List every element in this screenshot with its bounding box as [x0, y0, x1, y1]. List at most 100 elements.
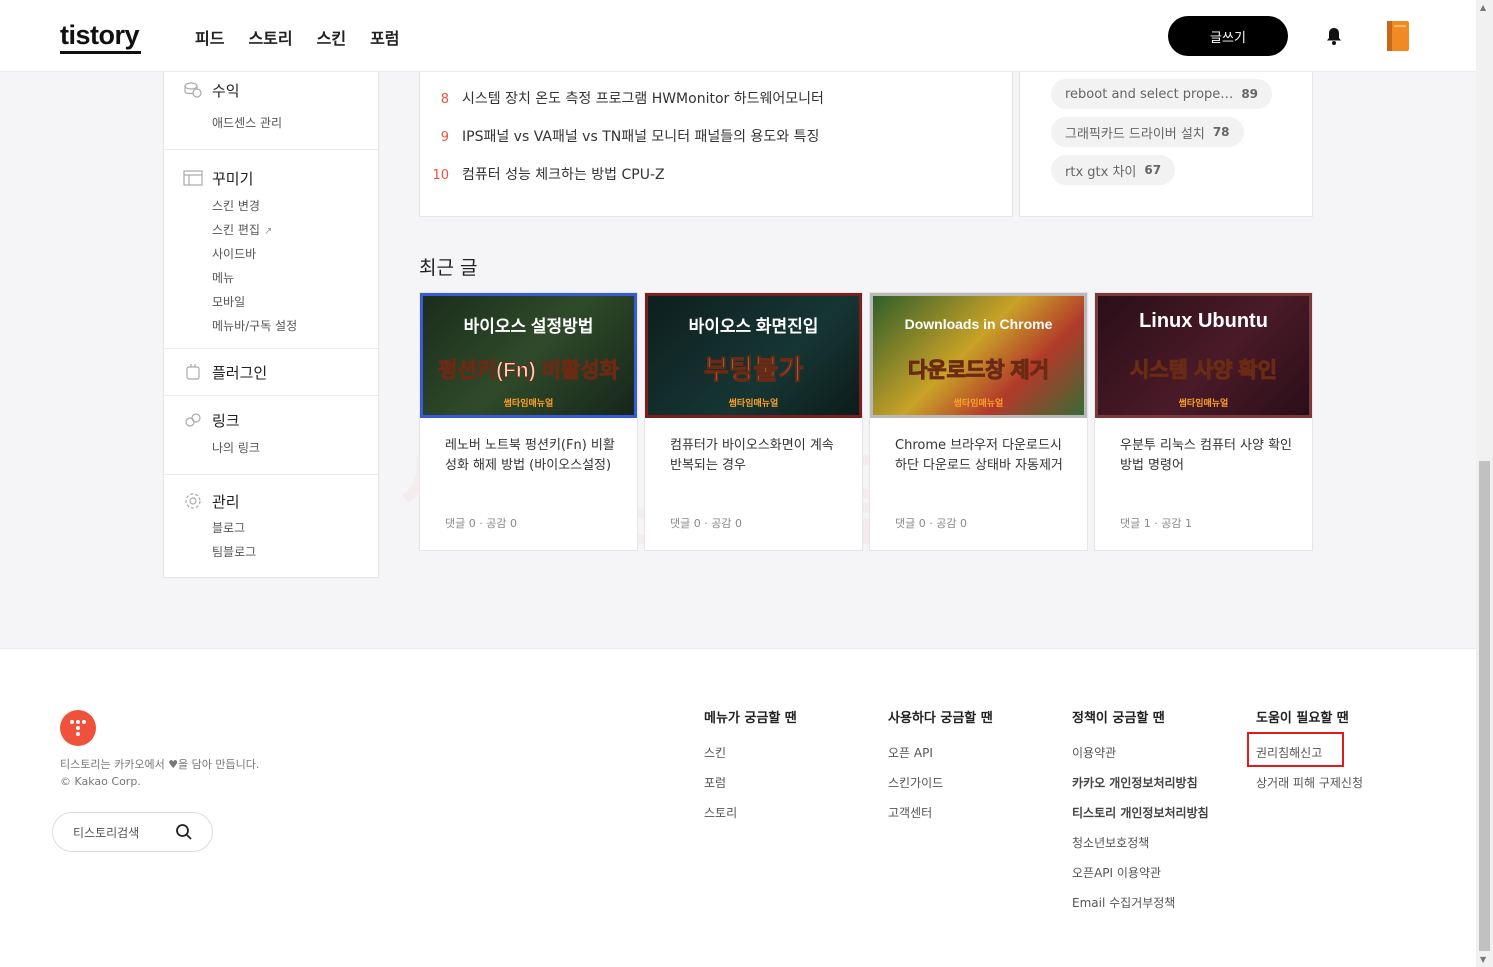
keywords-card: reboot and select prope… 89 그래픽카드 드라이버 설치… — [1019, 72, 1313, 217]
sidebar-item-adsense[interactable]: 애드센스 관리 — [212, 111, 378, 135]
search-icon[interactable] — [175, 823, 193, 841]
post-meta: 댓글 0 · 공감 0 — [445, 517, 517, 530]
keyword-tag[interactable]: reboot and select prope… 89 — [1051, 79, 1273, 109]
post-thumbnail: 바이오스 화면진입 부팅불가 썸타임매뉴얼 — [645, 293, 862, 418]
footer-about: 티스토리는 카카오에서 ♥을 담아 만듭니다. — [60, 758, 260, 771]
sidebar-title-link[interactable]: 링크 — [212, 410, 240, 431]
recent-post-card[interactable]: Linux Ubuntu 시스템 사양 확인 썸타임매뉴얼 우분투 리눅스 컴퓨… — [1094, 292, 1313, 551]
tistory-footer-logo[interactable] — [60, 710, 96, 746]
footer-link[interactable]: 스킨가이드 — [888, 775, 993, 805]
footer-col-title: 도움이 필요할 땐 — [1256, 711, 1349, 726]
popular-post-title[interactable]: IPS패널 vs VA패널 vs TN패널 모니터 패널들의 용도와 특징 — [462, 126, 819, 146]
footer-col-usage: 사용하다 궁금할 땐 오픈 API 스킨가이드 고객센터 — [888, 707, 993, 835]
tistory-search-box[interactable]: 티스토리검색 — [52, 812, 213, 852]
external-link-icon: ↗ — [263, 226, 273, 237]
write-button[interactable]: 글쓰기 — [1168, 16, 1288, 56]
recent-post-card[interactable]: 바이오스 화면진입 부팅불가 썸타임매뉴얼 컴퓨터가 바이오스화면이 계속 반복… — [644, 292, 863, 551]
footer-col-title: 정책이 궁금할 땐 — [1072, 711, 1165, 726]
site-footer: 티스토리는 카카오에서 ♥을 담아 만듭니다. © Kakao Corp. 티스… — [0, 648, 1476, 967]
sidebar-group-manage: 관리 블로그 팀블로그 — [164, 475, 378, 564]
nav-forum[interactable]: 포럼 — [370, 25, 399, 49]
search-input[interactable]: 티스토리검색 — [73, 824, 139, 841]
footer-col-title: 사용하다 궁금할 땐 — [888, 711, 993, 726]
footer-link[interactable]: 티스토리 개인정보처리방침 — [1072, 805, 1209, 835]
footer-link[interactable]: 카카오 개인정보처리방침 — [1072, 775, 1209, 805]
recent-posts-heading: 최근 글 — [419, 257, 478, 279]
footer-col-menu: 메뉴가 궁금할 땐 스킨 포럼 스토리 — [704, 707, 797, 835]
popular-post-row[interactable]: 8 시스템 장치 온도 측정 프로그램 HWMonitor 하드웨어모니터 — [420, 88, 824, 108]
sidebar-item-team-blog[interactable]: 팀블로그 — [212, 540, 378, 564]
sidebar-item-sidebar[interactable]: 사이드바 — [212, 242, 378, 266]
footer-link[interactable]: 이용약관 — [1072, 745, 1209, 775]
post-title[interactable]: 컴퓨터가 바이오스화면이 계속 반복되는 경우 — [670, 436, 842, 476]
sidebar-title-revenue[interactable]: 수익 — [212, 80, 240, 101]
popular-post-title[interactable]: 컴퓨터 성능 체크하는 방법 CPU-Z — [462, 164, 665, 184]
sidebar-title-manage[interactable]: 관리 — [212, 491, 240, 512]
footer-link[interactable]: 청소년보호정책 — [1072, 835, 1209, 865]
highlight-box — [1247, 732, 1344, 767]
scroll-down-icon[interactable]: ▼ — [1480, 955, 1486, 964]
scroll-thumb[interactable] — [1479, 461, 1490, 951]
rank-number: 8 — [440, 92, 449, 107]
sidebar-group-decorate: 꾸미기 스킨 변경 스킨 편집 ↗ 사이드바 메뉴 모바일 메뉴바/구독 설정 — [164, 150, 378, 349]
post-thumbnail: Downloads in Chrome 다운로드창 제거 썸타임매뉴얼 — [870, 293, 1087, 418]
tistory-logo[interactable]: tistory — [60, 20, 142, 54]
post-meta: 댓글 1 · 공감 1 — [1120, 517, 1192, 530]
tistory-dots-icon — [70, 720, 86, 736]
post-title[interactable]: 우분투 리눅스 컴퓨터 사양 확인 방법 명령어 — [1120, 436, 1292, 476]
recent-post-card[interactable]: Downloads in Chrome 다운로드창 제거 썸타임매뉴얼 Chro… — [869, 292, 1088, 551]
bell-icon[interactable] — [1324, 26, 1344, 46]
admin-sidebar: 수익 애드센스 관리 꾸미기 스킨 변경 스킨 편집 ↗ 사이드바 메뉴 모바일 … — [163, 72, 379, 578]
recent-post-card[interactable]: 바이오스 설정방법 펑션키(Fn) 비활성화 썸타임매뉴얼 레노버 노트북 펑션… — [419, 292, 638, 551]
footer-link[interactable]: Email 수집거부정책 — [1072, 895, 1209, 925]
gear-icon — [185, 493, 201, 509]
coins-icon — [184, 82, 202, 98]
post-title[interactable]: Chrome 브라우저 다운로드시 하단 다운로드 상태바 자동제거 — [895, 436, 1067, 476]
footer-copyright: © Kakao Corp. — [60, 775, 141, 788]
footer-link[interactable]: 스킨 — [704, 745, 797, 775]
rank-number: 9 — [440, 130, 449, 145]
nav-feed[interactable]: 피드 — [195, 25, 224, 49]
popular-posts-card: 8 시스템 장치 온도 측정 프로그램 HWMonitor 하드웨어모니터 9 … — [419, 72, 1013, 217]
nav-skin[interactable]: 스킨 — [317, 25, 346, 49]
post-thumbnail: Linux Ubuntu 시스템 사양 확인 썸타임매뉴얼 — [1095, 293, 1312, 418]
footer-link[interactable]: 상거래 피해 구제신청 — [1256, 775, 1363, 805]
rank-number: 10 — [432, 168, 449, 183]
plugin-icon — [186, 364, 200, 380]
nav-story[interactable]: 스토리 — [248, 25, 292, 49]
post-meta: 댓글 0 · 공감 0 — [670, 517, 742, 530]
footer-link[interactable]: 포럼 — [704, 775, 797, 805]
post-thumbnail: 바이오스 설정방법 펑션키(Fn) 비활성화 썸타임매뉴얼 — [420, 293, 637, 418]
layout-icon — [183, 170, 203, 186]
sidebar-group-revenue: 수익 애드센스 관리 — [164, 72, 378, 150]
profile-avatar[interactable] — [1385, 19, 1411, 53]
sidebar-item-menubar[interactable]: 메뉴바/구독 설정 — [212, 314, 378, 338]
popular-post-row[interactable]: 10 컴퓨터 성능 체크하는 방법 CPU-Z — [420, 164, 665, 184]
popular-post-row[interactable]: 9 IPS패널 vs VA패널 vs TN패널 모니터 패널들의 용도와 특징 — [420, 126, 820, 146]
sidebar-group-link: 링크 나의 링크 — [164, 396, 378, 475]
sidebar-item-menu[interactable]: 메뉴 — [212, 266, 378, 290]
keyword-tag[interactable]: 그래픽카드 드라이버 설치 78 — [1051, 117, 1244, 147]
top-header: tistory 피드 스토리 스킨 포럼 글쓰기 — [0, 0, 1476, 72]
footer-link[interactable]: 스토리 — [704, 805, 797, 835]
footer-link[interactable]: 오픈API 이용약관 — [1072, 865, 1209, 895]
link-icon — [185, 413, 201, 427]
sidebar-item-my-link[interactable]: 나의 링크 — [212, 436, 378, 460]
global-nav: 피드 스토리 스킨 포럼 — [195, 25, 400, 49]
popular-post-title[interactable]: 시스템 장치 온도 측정 프로그램 HWMonitor 하드웨어모니터 — [462, 88, 824, 108]
post-meta: 댓글 0 · 공감 0 — [895, 517, 967, 530]
footer-col-policy: 정책이 궁금할 땐 이용약관 카카오 개인정보처리방침 티스토리 개인정보처리방… — [1072, 707, 1209, 925]
sidebar-group-plugin: 플러그인 — [164, 349, 378, 396]
footer-col-title: 메뉴가 궁금할 땐 — [704, 711, 797, 726]
sidebar-item-mobile[interactable]: 모바일 — [212, 290, 378, 314]
sidebar-title-decorate[interactable]: 꾸미기 — [212, 168, 253, 189]
sidebar-item-skin-change[interactable]: 스킨 변경 — [212, 194, 378, 218]
sidebar-title-plugin[interactable]: 플러그인 — [212, 362, 267, 383]
sidebar-item-skin-edit[interactable]: 스킨 편집 ↗ — [212, 218, 378, 242]
sidebar-item-blog[interactable]: 블로그 — [212, 516, 378, 540]
post-title[interactable]: 레노버 노트북 펑션키(Fn) 비활성화 해제 방법 (바이오스설정) — [445, 436, 617, 476]
footer-link[interactable]: 오픈 API — [888, 745, 993, 775]
footer-link[interactable]: 고객센터 — [888, 805, 993, 835]
keyword-tag[interactable]: rtx gtx 차이 67 — [1051, 155, 1176, 185]
scroll-up-icon[interactable]: ▲ — [1480, 3, 1486, 12]
